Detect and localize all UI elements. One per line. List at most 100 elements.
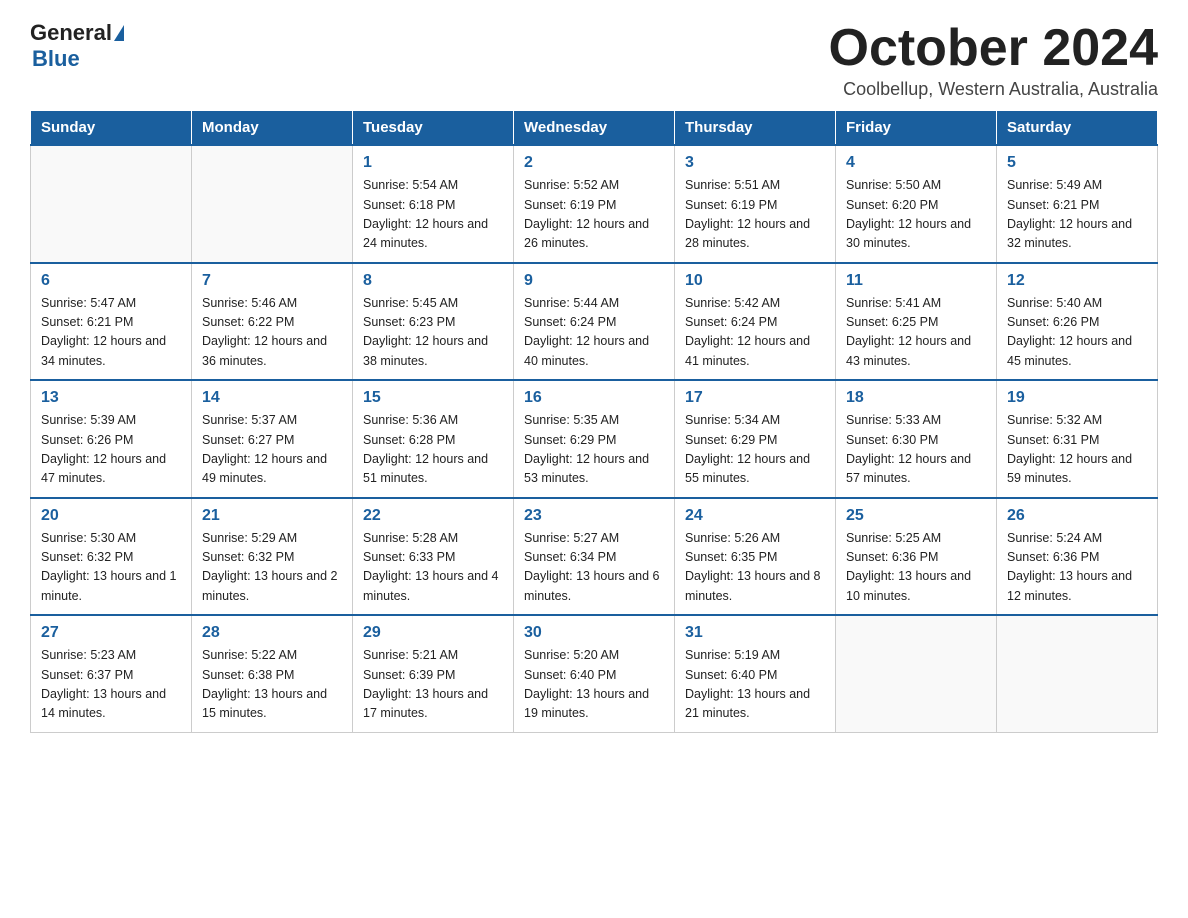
day-number: 21 <box>202 507 342 525</box>
day-detail: Sunrise: 5:30 AM Sunset: 6:32 PM Dayligh… <box>41 529 181 607</box>
day-detail: Sunrise: 5:49 AM Sunset: 6:21 PM Dayligh… <box>1007 176 1147 254</box>
calendar-cell-4-3: 30Sunrise: 5:20 AM Sunset: 6:40 PM Dayli… <box>514 615 675 732</box>
calendar-cell-1-5: 11 Sunrise: 5:41 AM Sunset: 6:25 PM Dayli… <box>836 263 997 381</box>
header-saturday: Saturday <box>997 111 1158 146</box>
day-detail: Sunrise: 5:42 AM Sunset: 6:24 PM Dayligh… <box>685 294 825 372</box>
logo-blue-text: Blue <box>32 46 125 72</box>
calendar-cell-0-1 <box>192 145 353 263</box>
calendar-cell-3-5: 25 Sunrise: 5:25 AM Sunset: 6:36 PM Dayli… <box>836 498 997 616</box>
header-wednesday: Wednesday <box>514 111 675 146</box>
calendar-cell-0-0 <box>31 145 192 263</box>
day-detail: Sunrise: 5:50 AM Sunset: 6:20 PM Dayligh… <box>846 176 986 254</box>
calendar-cell-4-0: 27Sunrise: 5:23 AM Sunset: 6:37 PM Dayli… <box>31 615 192 732</box>
day-number: 11 <box>846 272 986 290</box>
day-number: 16 <box>524 389 664 407</box>
day-number: 5 <box>1007 154 1147 172</box>
calendar-cell-0-4: 3 Sunrise: 5:51 AM Sunset: 6:19 PM Daylig… <box>675 145 836 263</box>
day-detail: Sunrise: 5:20 AM Sunset: 6:40 PM Dayligh… <box>524 646 664 724</box>
day-detail: Sunrise: 5:28 AM Sunset: 6:33 PM Dayligh… <box>363 529 503 607</box>
calendar-cell-1-1: 7Sunrise: 5:46 AM Sunset: 6:22 PM Daylig… <box>192 263 353 381</box>
calendar-cell-3-2: 22 Sunrise: 5:28 AM Sunset: 6:33 PM Dayli… <box>353 498 514 616</box>
day-number: 3 <box>685 154 825 172</box>
page-header: General Blue October 2024 Coolbellup, We… <box>30 20 1158 100</box>
week-row-4: 20 Sunrise: 5:30 AM Sunset: 6:32 PM Dayli… <box>31 498 1158 616</box>
calendar-cell-4-5 <box>836 615 997 732</box>
day-number: 4 <box>846 154 986 172</box>
calendar-cell-3-4: 24Sunrise: 5:26 AM Sunset: 6:35 PM Dayli… <box>675 498 836 616</box>
day-detail: Sunrise: 5:45 AM Sunset: 6:23 PM Dayligh… <box>363 294 503 372</box>
week-row-5: 27Sunrise: 5:23 AM Sunset: 6:37 PM Dayli… <box>31 615 1158 732</box>
calendar-cell-3-6: 26 Sunrise: 5:24 AM Sunset: 6:36 PM Dayli… <box>997 498 1158 616</box>
day-number: 6 <box>41 272 181 290</box>
calendar-cell-0-2: 1Sunrise: 5:54 AM Sunset: 6:18 PM Daylig… <box>353 145 514 263</box>
day-number: 8 <box>363 272 503 290</box>
day-detail: Sunrise: 5:51 AM Sunset: 6:19 PM Dayligh… <box>685 176 825 254</box>
day-number: 31 <box>685 624 825 642</box>
header-friday: Friday <box>836 111 997 146</box>
week-row-2: 6 Sunrise: 5:47 AM Sunset: 6:21 PM Daylig… <box>31 263 1158 381</box>
day-number: 24 <box>685 507 825 525</box>
location-subtitle: Coolbellup, Western Australia, Australia <box>829 79 1159 100</box>
calendar-cell-1-2: 8 Sunrise: 5:45 AM Sunset: 6:23 PM Daylig… <box>353 263 514 381</box>
header-sunday: Sunday <box>31 111 192 146</box>
day-number: 18 <box>846 389 986 407</box>
calendar-cell-0-5: 4 Sunrise: 5:50 AM Sunset: 6:20 PM Daylig… <box>836 145 997 263</box>
calendar-cell-0-6: 5 Sunrise: 5:49 AM Sunset: 6:21 PM Daylig… <box>997 145 1158 263</box>
day-number: 10 <box>685 272 825 290</box>
calendar-cell-2-1: 14 Sunrise: 5:37 AM Sunset: 6:27 PM Dayli… <box>192 380 353 498</box>
day-number: 26 <box>1007 507 1147 525</box>
day-number: 28 <box>202 624 342 642</box>
day-number: 9 <box>524 272 664 290</box>
day-number: 7 <box>202 272 342 290</box>
day-number: 15 <box>363 389 503 407</box>
day-detail: Sunrise: 5:41 AM Sunset: 6:25 PM Dayligh… <box>846 294 986 372</box>
calendar-header-row: Sunday Monday Tuesday Wednesday Thursday… <box>31 111 1158 146</box>
header-monday: Monday <box>192 111 353 146</box>
day-detail: Sunrise: 5:36 AM Sunset: 6:28 PM Dayligh… <box>363 411 503 489</box>
day-detail: Sunrise: 5:34 AM Sunset: 6:29 PM Dayligh… <box>685 411 825 489</box>
day-detail: Sunrise: 5:23 AM Sunset: 6:37 PM Dayligh… <box>41 646 181 724</box>
day-detail: Sunrise: 5:37 AM Sunset: 6:27 PM Dayligh… <box>202 411 342 489</box>
day-number: 14 <box>202 389 342 407</box>
day-detail: Sunrise: 5:21 AM Sunset: 6:39 PM Dayligh… <box>363 646 503 724</box>
calendar-cell-4-2: 29 Sunrise: 5:21 AM Sunset: 6:39 PM Dayli… <box>353 615 514 732</box>
day-number: 2 <box>524 154 664 172</box>
day-detail: Sunrise: 5:27 AM Sunset: 6:34 PM Dayligh… <box>524 529 664 607</box>
day-number: 25 <box>846 507 986 525</box>
calendar-cell-4-6 <box>997 615 1158 732</box>
day-number: 13 <box>41 389 181 407</box>
header-thursday: Thursday <box>675 111 836 146</box>
calendar-cell-2-4: 17 Sunrise: 5:34 AM Sunset: 6:29 PM Dayli… <box>675 380 836 498</box>
day-detail: Sunrise: 5:25 AM Sunset: 6:36 PM Dayligh… <box>846 529 986 607</box>
calendar-cell-2-3: 16Sunrise: 5:35 AM Sunset: 6:29 PM Dayli… <box>514 380 675 498</box>
day-detail: Sunrise: 5:24 AM Sunset: 6:36 PM Dayligh… <box>1007 529 1147 607</box>
calendar-cell-3-3: 23 Sunrise: 5:27 AM Sunset: 6:34 PM Dayli… <box>514 498 675 616</box>
day-number: 17 <box>685 389 825 407</box>
day-detail: Sunrise: 5:33 AM Sunset: 6:30 PM Dayligh… <box>846 411 986 489</box>
day-number: 23 <box>524 507 664 525</box>
calendar-cell-4-1: 28 Sunrise: 5:22 AM Sunset: 6:38 PM Dayli… <box>192 615 353 732</box>
calendar-cell-4-4: 31Sunrise: 5:19 AM Sunset: 6:40 PM Dayli… <box>675 615 836 732</box>
day-number: 19 <box>1007 389 1147 407</box>
day-number: 29 <box>363 624 503 642</box>
week-row-3: 13Sunrise: 5:39 AM Sunset: 6:26 PM Dayli… <box>31 380 1158 498</box>
title-block: October 2024 Coolbellup, Western Austral… <box>829 20 1159 100</box>
day-detail: Sunrise: 5:22 AM Sunset: 6:38 PM Dayligh… <box>202 646 342 724</box>
day-number: 22 <box>363 507 503 525</box>
day-detail: Sunrise: 5:54 AM Sunset: 6:18 PM Dayligh… <box>363 176 503 254</box>
day-number: 20 <box>41 507 181 525</box>
month-title: October 2024 <box>829 20 1159 77</box>
day-detail: Sunrise: 5:32 AM Sunset: 6:31 PM Dayligh… <box>1007 411 1147 489</box>
day-detail: Sunrise: 5:40 AM Sunset: 6:26 PM Dayligh… <box>1007 294 1147 372</box>
day-detail: Sunrise: 5:52 AM Sunset: 6:19 PM Dayligh… <box>524 176 664 254</box>
day-detail: Sunrise: 5:29 AM Sunset: 6:32 PM Dayligh… <box>202 529 342 607</box>
calendar-cell-3-1: 21 Sunrise: 5:29 AM Sunset: 6:32 PM Dayli… <box>192 498 353 616</box>
calendar-cell-2-6: 19 Sunrise: 5:32 AM Sunset: 6:31 PM Dayli… <box>997 380 1158 498</box>
day-detail: Sunrise: 5:47 AM Sunset: 6:21 PM Dayligh… <box>41 294 181 372</box>
calendar-cell-2-0: 13Sunrise: 5:39 AM Sunset: 6:26 PM Dayli… <box>31 380 192 498</box>
calendar-cell-1-3: 9Sunrise: 5:44 AM Sunset: 6:24 PM Daylig… <box>514 263 675 381</box>
header-tuesday: Tuesday <box>353 111 514 146</box>
week-row-1: 1Sunrise: 5:54 AM Sunset: 6:18 PM Daylig… <box>31 145 1158 263</box>
logo: General Blue <box>30 20 125 72</box>
calendar-cell-3-0: 20 Sunrise: 5:30 AM Sunset: 6:32 PM Dayli… <box>31 498 192 616</box>
